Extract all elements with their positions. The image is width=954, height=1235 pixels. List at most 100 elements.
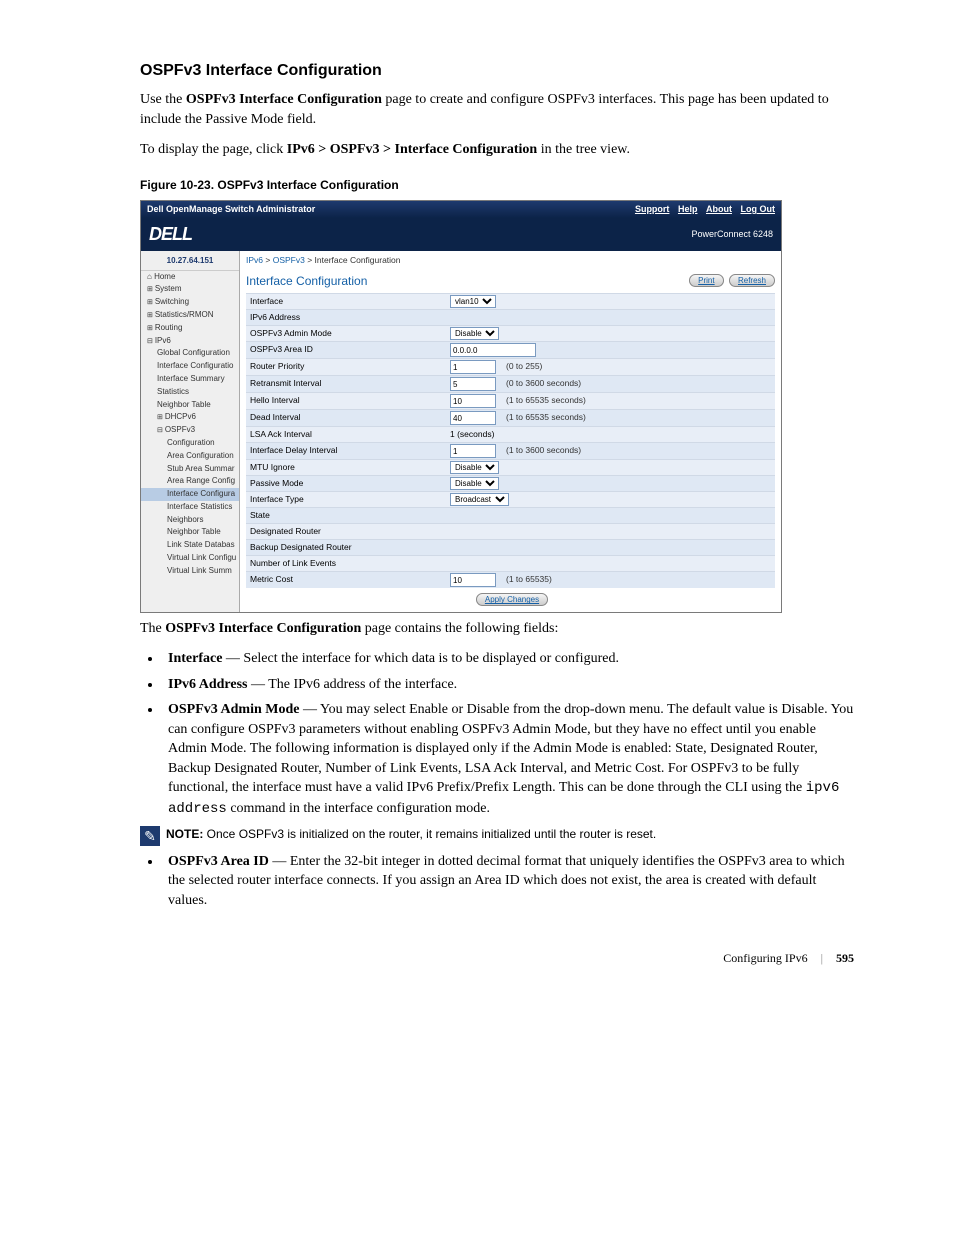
- refresh-button[interactable]: Refresh: [729, 274, 775, 287]
- field-label: LSA Ack Interval: [250, 429, 450, 441]
- nav-item[interactable]: Neighbor Table: [141, 399, 239, 412]
- field-select[interactable]: Broadcast: [450, 493, 509, 506]
- nav-item[interactable]: Area Configuration: [141, 450, 239, 463]
- nav-item[interactable]: Interface Configuratio: [141, 360, 239, 373]
- form-row: OSPFv3 Admin ModeDisable: [246, 325, 775, 341]
- nav-routing[interactable]: Routing: [141, 322, 239, 335]
- form-row: Interface Delay Interval (1 to 3600 secon…: [246, 442, 775, 459]
- figure-caption: Figure 10-23. OSPFv3 Interface Configura…: [140, 177, 854, 194]
- form-row: Passive ModeDisable: [246, 475, 775, 491]
- crumb-current: Interface Configuration: [315, 255, 401, 265]
- form-row: Interface TypeBroadcast: [246, 491, 775, 507]
- form-row: Router Priority(0 to 255): [246, 358, 775, 375]
- field-value: 1 (seconds): [450, 429, 494, 441]
- field-input[interactable]: [450, 377, 496, 391]
- nav-switching[interactable]: Switching: [141, 296, 239, 309]
- field-input[interactable]: [450, 360, 496, 374]
- field-input[interactable]: [450, 411, 496, 425]
- field-input[interactable]: [450, 343, 536, 357]
- crumb-ospfv3[interactable]: OSPFv3: [273, 255, 305, 265]
- field-hint: (1 to 65535): [506, 574, 552, 586]
- field-label: Hello Interval: [250, 395, 450, 407]
- field-label: OSPFv3 Area ID: [250, 344, 450, 356]
- nav-item[interactable]: Virtual Link Configu: [141, 552, 239, 565]
- field-label: Metric Cost: [250, 574, 450, 586]
- form-row: Dead Interval(1 to 65535 seconds): [246, 409, 775, 426]
- dell-logo: DELL: [149, 222, 192, 247]
- device-ip: 10.27.64.151: [141, 253, 239, 271]
- nav-item[interactable]: Virtual Link Summ: [141, 565, 239, 578]
- about-link[interactable]: About: [706, 204, 732, 214]
- field-desc: — The IPv6 address of the interface.: [247, 677, 457, 692]
- help-link[interactable]: Help: [678, 204, 698, 214]
- nav-item[interactable]: Interface Summary: [141, 373, 239, 386]
- field-select[interactable]: Disable: [450, 461, 499, 474]
- field-desc: command in the interface configuration m…: [227, 801, 490, 816]
- nav-home[interactable]: Home: [141, 271, 239, 284]
- field-input[interactable]: [450, 444, 496, 458]
- nav-item-selected[interactable]: Interface Configura: [141, 488, 239, 501]
- footer-sep: |: [821, 951, 823, 965]
- crumb-ipv6[interactable]: IPv6: [246, 255, 263, 265]
- text-bold: OSPFv3 Interface Configuration: [186, 92, 382, 107]
- field-select[interactable]: Disable: [450, 477, 499, 490]
- form-row: Number of Link Events: [246, 555, 775, 571]
- field-label: Interface: [250, 296, 450, 308]
- field-label: IPv6 Address: [250, 312, 450, 324]
- logout-link[interactable]: Log Out: [741, 204, 776, 214]
- field-label: State: [250, 510, 450, 522]
- text: Use the: [140, 92, 186, 107]
- field-label: Dead Interval: [250, 412, 450, 424]
- nav-item[interactable]: Configuration: [141, 437, 239, 450]
- nav-stats[interactable]: Statistics/RMON: [141, 309, 239, 322]
- field-name: Interface: [168, 651, 222, 666]
- form-row: MTU IgnoreDisable: [246, 459, 775, 475]
- text: page contains the following fields:: [361, 621, 558, 636]
- nav-item[interactable]: Neighbor Table: [141, 526, 239, 539]
- text: The: [140, 621, 165, 636]
- field-label: Passive Mode: [250, 478, 450, 490]
- form-row: OSPFv3 Area ID: [246, 341, 775, 358]
- field-label: Interface Delay Interval: [250, 445, 450, 457]
- nav-item[interactable]: Statistics: [141, 386, 239, 399]
- nav-ospfv3[interactable]: OSPFv3: [141, 424, 239, 437]
- nav-item[interactable]: Global Configuration: [141, 347, 239, 360]
- support-link[interactable]: Support: [635, 204, 670, 214]
- page-title: Interface Configuration: [246, 273, 367, 290]
- print-button[interactable]: Print: [689, 274, 723, 287]
- field-select[interactable]: Disable: [450, 327, 499, 340]
- field-label: Designated Router: [250, 526, 450, 538]
- field-hint: (1 to 3600 seconds): [506, 445, 581, 457]
- text: in the tree view.: [537, 142, 630, 157]
- nav-item[interactable]: Interface Statistics: [141, 501, 239, 514]
- field-hint: (1 to 65535 seconds): [506, 395, 586, 407]
- footer-section: Configuring IPv6: [723, 951, 807, 965]
- footer-page-number: 595: [836, 951, 854, 965]
- field-label: Backup Designated Router: [250, 542, 450, 554]
- window-titlebar: Dell OpenManage Switch Administrator Sup…: [141, 201, 781, 218]
- form-row: LSA Ack Interval1 (seconds): [246, 426, 775, 442]
- apply-changes-button[interactable]: Apply Changes: [476, 593, 548, 606]
- main-panel: IPv6 > OSPFv3 > Interface Configuration …: [240, 251, 781, 613]
- field-input[interactable]: [450, 394, 496, 408]
- form-row: Retransmit Interval(0 to 3600 seconds): [246, 375, 775, 392]
- nav-item[interactable]: Neighbors: [141, 514, 239, 527]
- field-select[interactable]: vlan10: [450, 295, 496, 308]
- note-text: Once OSPFv3 is initialized on the router…: [203, 827, 656, 841]
- text: To display the page, click: [140, 142, 287, 157]
- nav-ipv6[interactable]: IPv6: [141, 335, 239, 348]
- after-figure-text: The OSPFv3 Interface Configuration page …: [140, 619, 854, 639]
- field-name: IPv6 Address: [168, 677, 247, 692]
- nav-item[interactable]: Area Range Config: [141, 475, 239, 488]
- form-row: Metric Cost (1 to 65535): [246, 571, 775, 588]
- field-desc: — Enter the 32-bit integer in dotted dec…: [168, 854, 845, 908]
- field-input[interactable]: [450, 573, 496, 587]
- form-row: Hello Interval (1 to 65535 seconds): [246, 392, 775, 409]
- nav-item[interactable]: Stub Area Summar: [141, 463, 239, 476]
- form-row: Designated Router: [246, 523, 775, 539]
- nav-item[interactable]: Link State Databas: [141, 539, 239, 552]
- nav-item[interactable]: DHCPv6: [141, 411, 239, 424]
- field-hint: (0 to 255): [506, 361, 542, 373]
- nav-system[interactable]: System: [141, 283, 239, 296]
- field-name: OSPFv3 Admin Mode: [168, 702, 299, 717]
